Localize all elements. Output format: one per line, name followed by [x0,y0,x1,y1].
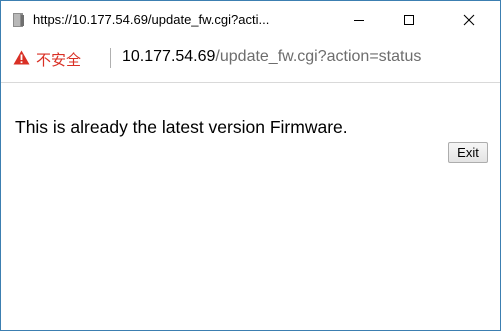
page-icon [13,13,24,27]
url-text[interactable]: 10.177.54.69/update_fw.cgi?action=status [122,48,421,66]
security-status-label[interactable]: 不安全 [36,49,81,70]
minimize-button[interactable] [336,1,382,38]
title-bar[interactable]: https://10.177.54.69/update_fw.cgi?acti.… [1,1,500,38]
window-title: https://10.177.54.69/update_fw.cgi?acti.… [33,12,270,27]
minimize-icon [354,19,364,21]
warning-triangle-icon[interactable] [13,50,30,65]
exit-button[interactable]: Exit [448,142,488,163]
status-message: This is already the latest version Firmw… [15,117,348,137]
close-icon [463,14,475,25]
url-host: 10.177.54.69 [122,48,216,65]
close-button[interactable] [446,1,492,38]
address-bar[interactable]: 不安全 10.177.54.69/update_fw.cgi?action=st… [1,38,500,83]
page-content: This is already the latest version Firmw… [1,83,500,329]
url-path: /update_fw.cgi?action=status [215,48,422,65]
maximize-icon [404,14,414,25]
address-divider [110,48,111,68]
browser-window: https://10.177.54.69/update_fw.cgi?acti.… [0,0,501,331]
maximize-button[interactable] [386,1,432,38]
